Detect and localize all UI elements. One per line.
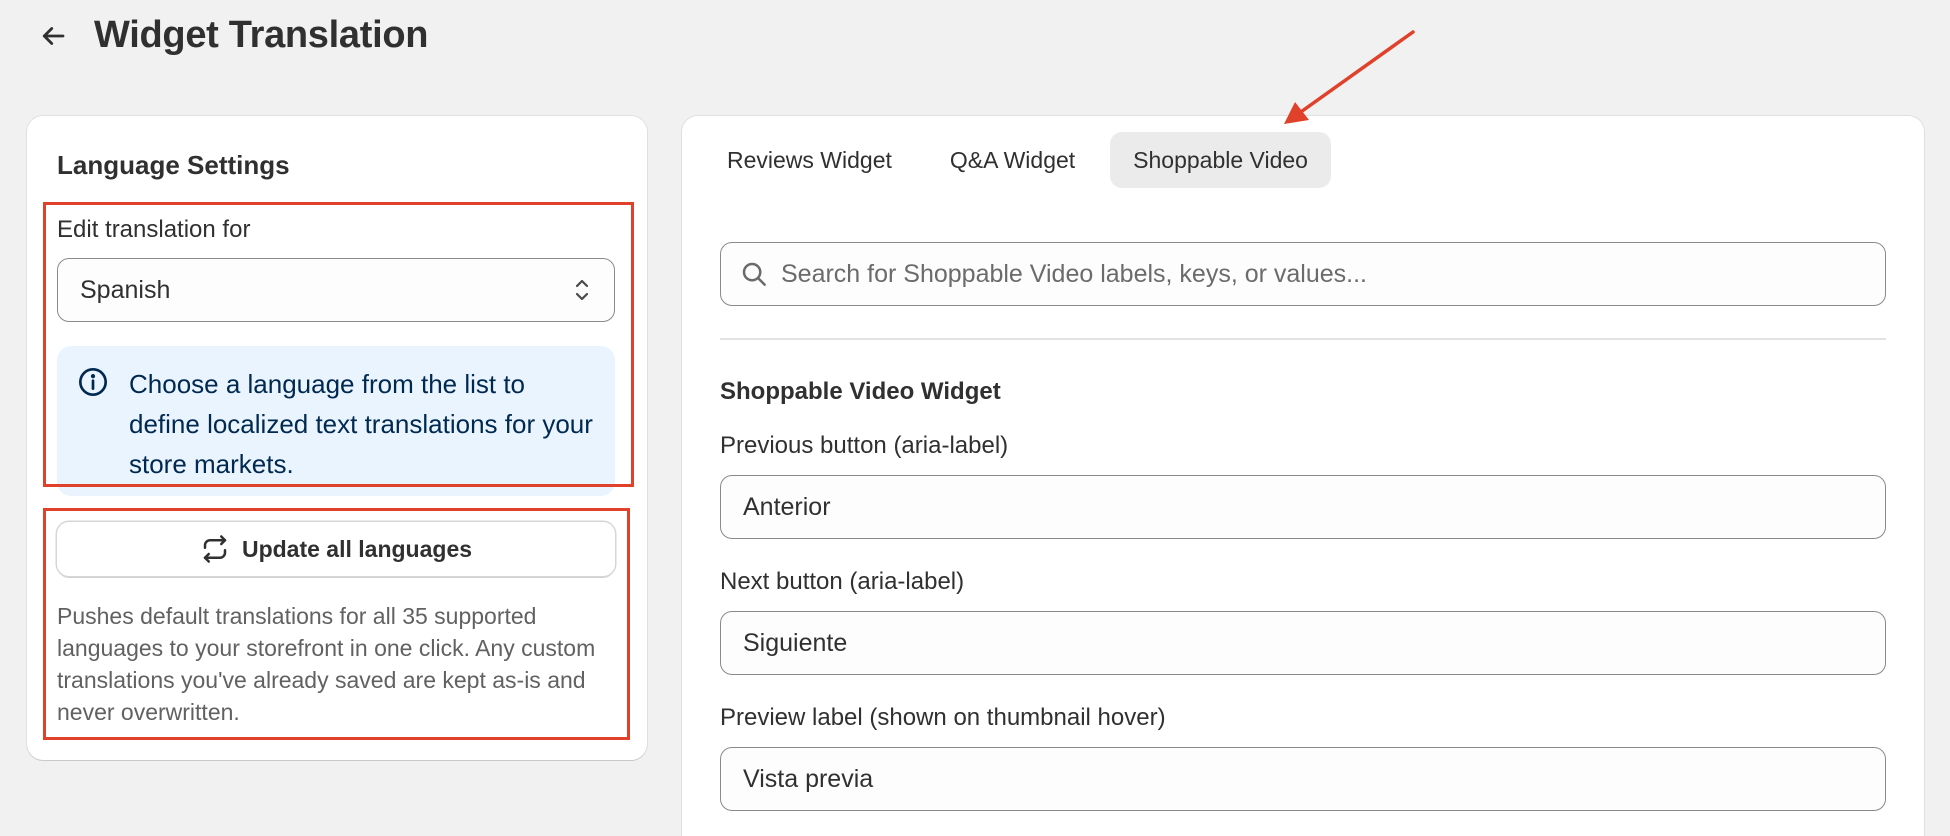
info-icon [79, 368, 107, 396]
update-all-languages-button[interactable]: Update all languages [57, 522, 615, 576]
tab-shoppable-video[interactable]: Shoppable Video [1110, 132, 1331, 188]
info-banner-text: Choose a language from the list to defin… [129, 369, 593, 479]
next-button-label: Next button (aria-label) [720, 568, 965, 595]
search-field[interactable] [720, 242, 1886, 306]
preview-label-input[interactable] [743, 764, 1863, 794]
next-button-input[interactable] [743, 628, 1863, 658]
search-input[interactable] [781, 259, 1861, 289]
language-settings-title: Language Settings [57, 150, 290, 180]
select-chevrons-icon [575, 279, 589, 301]
page: Widget Translation Language Settings Edi… [0, 0, 1950, 836]
previous-button-field[interactable] [720, 475, 1886, 539]
page-title: Widget Translation [94, 14, 429, 56]
previous-button-label: Previous button (aria-label) [720, 432, 1009, 459]
widget-tabs: Reviews Widget Q&A Widget Shoppable Vide… [704, 132, 1331, 188]
arrow-left-icon [42, 26, 65, 45]
tab-qa-widget[interactable]: Q&A Widget [927, 132, 1098, 188]
refresh-icon [203, 535, 227, 563]
info-banner: Choose a language from the list to defin… [57, 346, 615, 496]
divider [720, 338, 1886, 340]
update-help-text: Pushes default translations for all 35 s… [57, 603, 596, 725]
translation-editor-card: Reviews Widget Q&A Widget Shoppable Vide… [682, 116, 1924, 836]
edit-translation-label: Edit translation for [57, 216, 251, 243]
language-select-value: Spanish [80, 275, 171, 304]
search-icon [742, 262, 766, 286]
shoppable-video-group-title: Shoppable Video Widget [720, 378, 1001, 405]
tab-reviews-widget[interactable]: Reviews Widget [704, 132, 915, 188]
previous-button-input[interactable] [743, 492, 1863, 522]
preview-label-field[interactable] [720, 747, 1886, 811]
language-select[interactable]: Spanish [57, 258, 615, 322]
next-button-field[interactable] [720, 611, 1886, 675]
update-all-languages-label: Update all languages [241, 535, 473, 562]
page-header: Widget Translation [34, 14, 428, 57]
language-settings-card: Language Settings Edit translation for S… [27, 116, 647, 760]
preview-label-label: Preview label (shown on thumbnail hover) [720, 704, 1166, 731]
back-button[interactable] [34, 17, 72, 55]
